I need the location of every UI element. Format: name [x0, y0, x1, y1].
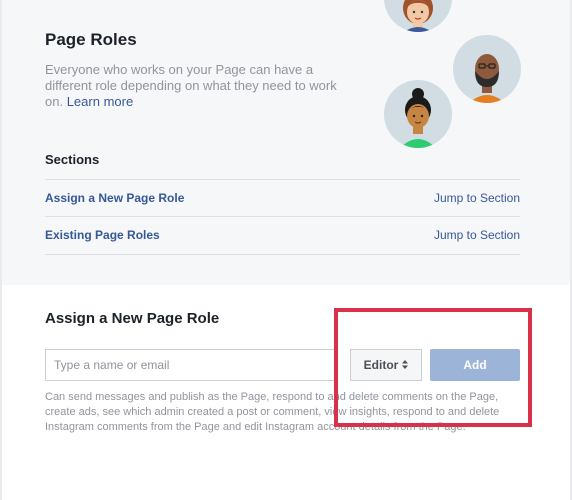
- learn-more-link[interactable]: Learn more: [67, 94, 133, 109]
- page-title: Page Roles: [45, 30, 137, 49]
- page-roles-description: Everyone who works on your Page can have…: [45, 62, 355, 110]
- divider: [45, 254, 520, 255]
- jump-to-section-link[interactable]: Jump to Section: [434, 228, 520, 242]
- page-roles-panel: Page Roles Everyone who works on your Pa…: [2, 0, 570, 500]
- section-link-assign[interactable]: Assign a New Page Role: [45, 191, 184, 205]
- highlight-annotation-box: [334, 308, 532, 427]
- section-row-existing: Existing Page Roles Jump to Section: [45, 216, 520, 254]
- jump-to-section-link[interactable]: Jump to Section: [434, 191, 520, 205]
- name-email-input[interactable]: [45, 349, 338, 381]
- sections-heading: Sections: [45, 152, 100, 167]
- page-roles-header-section: Page Roles Everyone who works on your Pa…: [2, 0, 570, 285]
- avatar-woman-bun-icon: [384, 80, 452, 148]
- section-link-existing[interactable]: Existing Page Roles: [45, 228, 160, 242]
- assign-role-title: Assign a New Page Role: [45, 310, 220, 327]
- avatar-man-beard-icon: [453, 35, 521, 103]
- avatar-woman-icon: [384, 0, 452, 32]
- section-row-assign: Assign a New Page Role Jump to Section: [45, 179, 520, 217]
